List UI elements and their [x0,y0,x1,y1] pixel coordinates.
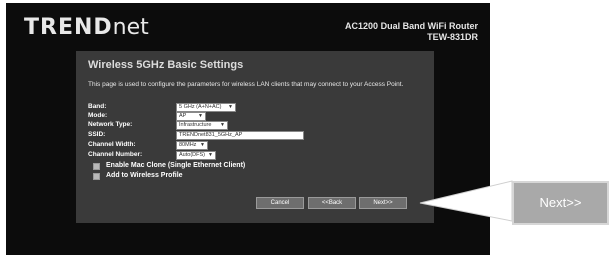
next-callout-button: Next>> [512,181,609,225]
